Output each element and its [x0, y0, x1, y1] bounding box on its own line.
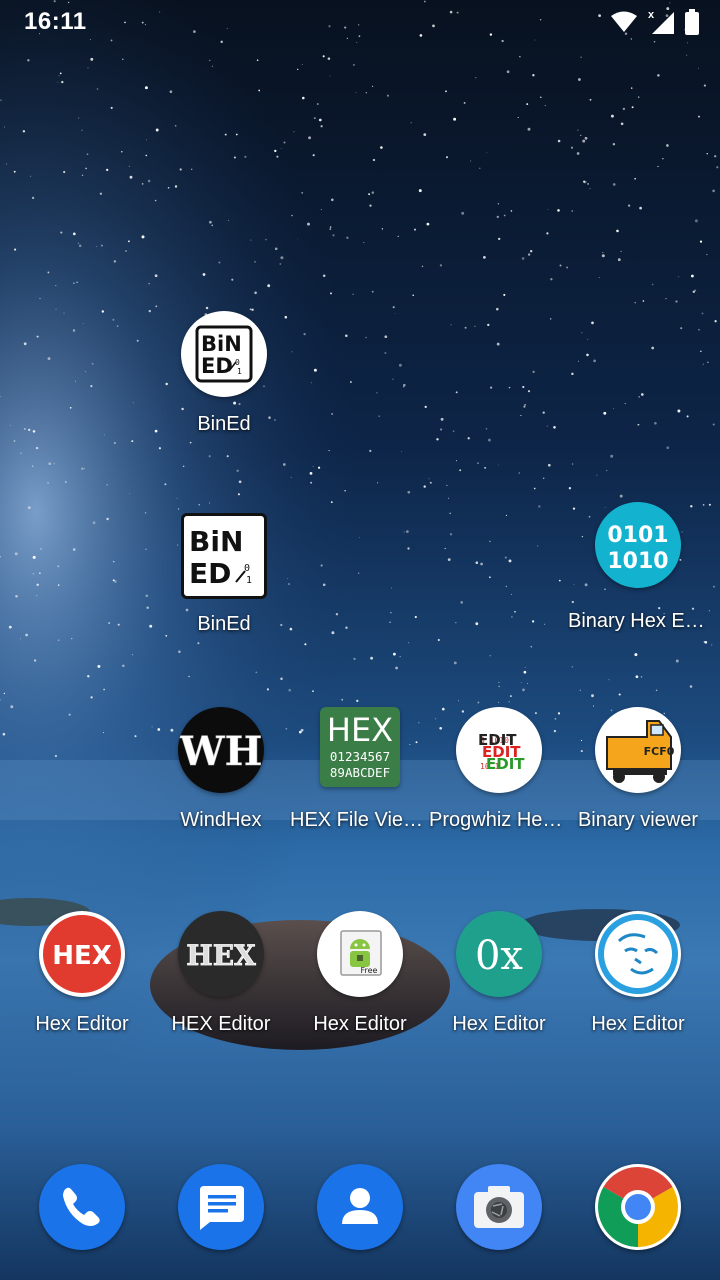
hex-editor-android-icon: Free — [317, 911, 403, 997]
status-time: 16:11 — [24, 8, 87, 35]
svg-text:HEX: HEX — [327, 711, 393, 749]
bined-round-icon: BiN ED 0 1 — [181, 311, 267, 397]
wifi-icon — [611, 11, 637, 32]
bined-square-icon: BiN ED 0 1 — [181, 513, 267, 599]
svg-text:ED: ED — [201, 354, 233, 378]
phone-icon — [63, 1187, 100, 1226]
app-hex-editor-dark[interactable]: HEX HEX Editor — [151, 911, 291, 1036]
svg-text:EDIT: EDIT — [486, 755, 525, 773]
app-binary-viewer[interactable]: FCF0 Binary viewer — [568, 707, 708, 832]
dock-camera[interactable] — [456, 1164, 542, 1250]
svg-text:FCF0: FCF0 — [644, 745, 675, 758]
svg-text:x: x — [648, 9, 655, 21]
app-label: Progwhiz Hex… — [429, 809, 569, 831]
svg-text:1: 1 — [237, 367, 242, 376]
hex-editor-dark-icon: HEX — [178, 911, 264, 997]
app-label: Binary viewer — [577, 809, 699, 831]
app-label: Binary Hex Edi… — [568, 610, 708, 632]
contacts-icon — [342, 1188, 378, 1224]
wallpaper — [0, 0, 720, 1280]
svg-text:89ABCDEF: 89ABCDEF — [330, 765, 390, 780]
app-label: HEX File Viewer — [290, 809, 430, 831]
svg-text:0x: 0x — [475, 933, 523, 979]
svg-text:1: 1 — [246, 575, 252, 586]
dock-messages[interactable] — [178, 1164, 264, 1250]
svg-text:01234567: 01234567 — [330, 749, 390, 764]
svg-text:0101: 0101 — [607, 523, 668, 548]
dock-chrome[interactable] — [595, 1164, 681, 1250]
app-hex-editor-face[interactable]: Hex Editor — [568, 911, 708, 1036]
app-hex-editor-0x[interactable]: 0x Hex Editor — [429, 911, 569, 1036]
app-label: Hex Editor — [591, 1013, 685, 1035]
svg-text:WH: WH — [179, 728, 263, 775]
svg-text:Free: Free — [361, 966, 378, 975]
cellular-signal-icon: x — [648, 9, 674, 34]
app-label: Hex Editor — [35, 1013, 129, 1035]
svg-text:HEX: HEX — [52, 941, 112, 971]
binary-viewer-icon: FCF0 — [595, 707, 681, 793]
app-label: BinEd — [197, 613, 251, 635]
svg-text:BiN: BiN — [189, 525, 243, 558]
app-hex-file-viewer[interactable]: HEX 01234567 89ABCDEF HEX File Viewer — [290, 707, 430, 832]
binary-hex-editor-icon: 0101 1010 — [595, 502, 681, 588]
dock-contacts[interactable] — [317, 1164, 403, 1250]
dock-phone[interactable] — [39, 1164, 125, 1250]
app-hex-editor-red[interactable]: HEX Hex Editor — [12, 911, 152, 1036]
svg-text:BiN: BiN — [201, 332, 242, 356]
hex-file-viewer-icon: HEX 01234567 89ABCDEF — [320, 707, 400, 787]
app-windhex[interactable]: WH WindHex — [151, 707, 291, 832]
status-bar: 16:11 x — [0, 0, 720, 44]
svg-text:ED: ED — [189, 557, 231, 590]
svg-text:HEX: HEX — [186, 939, 256, 972]
app-label: WindHex — [180, 809, 262, 831]
battery-icon — [685, 9, 699, 35]
app-label: Hex Editor — [313, 1013, 407, 1035]
camera-icon — [474, 1186, 524, 1228]
hex-editor-0x-icon: 0x — [456, 911, 542, 997]
progwhiz-hex-icon: 0 1010 10 1 EDIT EDIT EDIT — [456, 707, 542, 793]
app-label: HEX Editor — [171, 1013, 271, 1035]
app-label: BinEd — [197, 413, 251, 435]
messages-icon — [200, 1186, 244, 1230]
hex-editor-red-icon: HEX — [39, 911, 125, 997]
app-label: Hex Editor — [452, 1013, 546, 1035]
app-progwhiz-hex[interactable]: 0 1010 10 1 EDIT EDIT EDIT Progwhiz Hex… — [429, 707, 569, 832]
hex-editor-face-icon — [595, 911, 681, 997]
app-bined-1[interactable]: BiN ED 0 1 BinEd — [154, 311, 294, 436]
app-binary-hex-editor[interactable]: 0101 1010 Binary Hex Edi… — [568, 502, 708, 633]
chrome-icon — [598, 1167, 678, 1247]
app-hex-editor-android[interactable]: Free Hex Editor — [290, 911, 430, 1036]
windhex-icon: WH — [178, 707, 264, 793]
app-bined-2[interactable]: BiN ED 0 1 BinEd — [154, 513, 294, 636]
svg-text:1010: 1010 — [607, 549, 668, 574]
